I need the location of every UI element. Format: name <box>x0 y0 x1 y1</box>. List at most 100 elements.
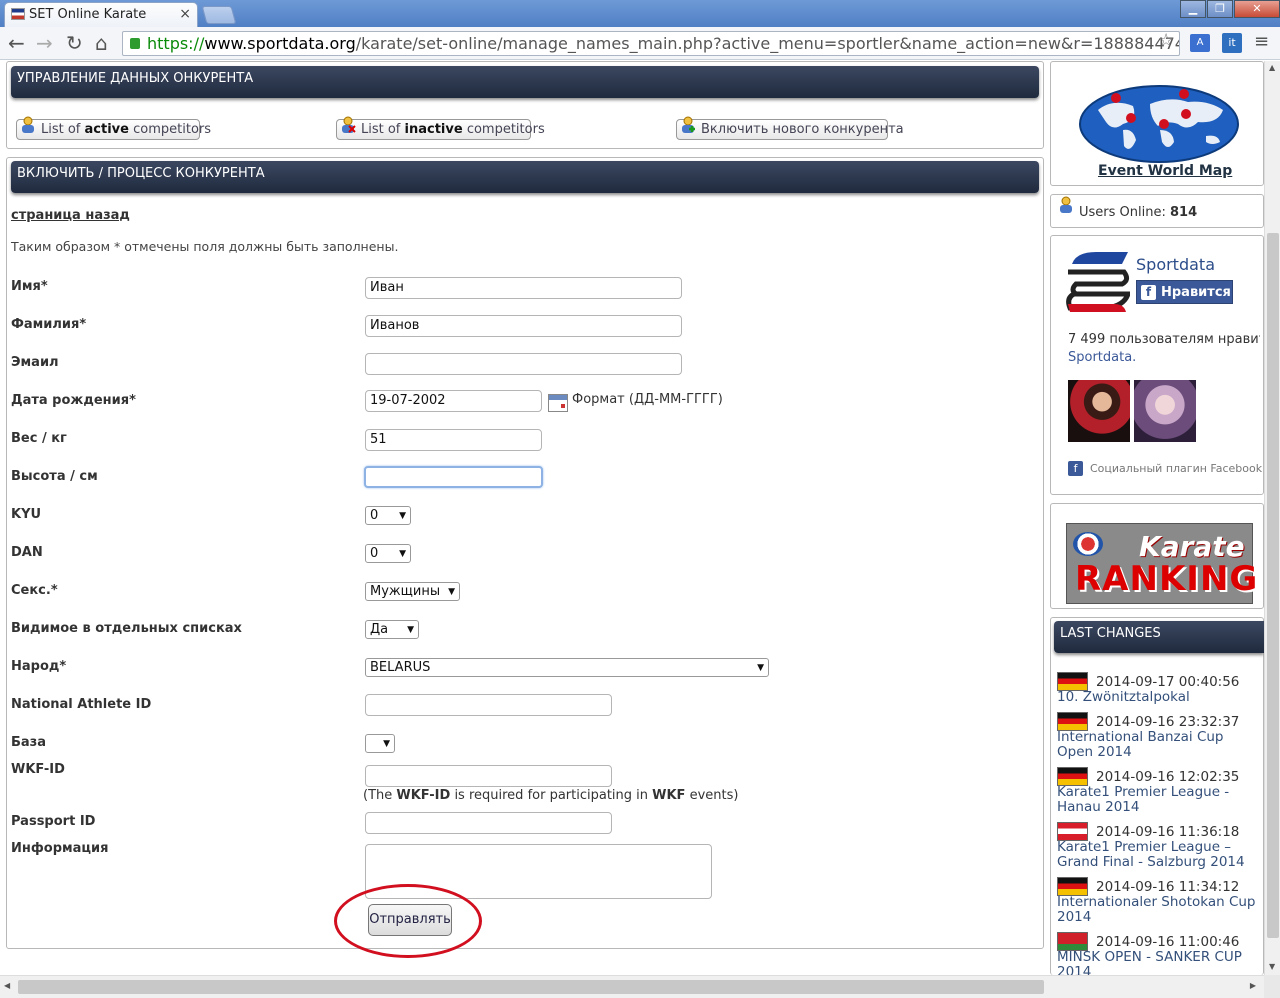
birth-date-input[interactable]: 19-07-2002 <box>365 390 542 412</box>
weight-label: Вес / кг <box>11 431 67 446</box>
users-online-label: Users Online: <box>1079 205 1170 220</box>
minimize-window-button[interactable]: ▁ <box>1180 0 1206 18</box>
kyu-select[interactable]: 0 ▼ <box>365 506 411 525</box>
inactive-competitors-button[interactable]: List of inactive competitors <box>336 116 545 140</box>
change-title: Internationaler Shotokan Cup 2014 <box>1057 894 1256 925</box>
last-name-input[interactable]: Иванов <box>365 315 682 337</box>
wkf-hint-post: events) <box>685 788 739 803</box>
scrollbar-corner <box>1264 975 1280 998</box>
close-window-button[interactable]: ✕ <box>1234 0 1280 18</box>
vertical-scroll-thumb[interactable] <box>1267 233 1279 938</box>
visible-label: Видимое в отдельных списках <box>11 621 242 636</box>
tab-close-icon[interactable]: × <box>179 6 191 22</box>
user-icon <box>1060 196 1072 213</box>
browser-menu-icon[interactable]: ≡ <box>1254 31 1269 52</box>
dropdown-arrow-icon: ▼ <box>399 511 406 521</box>
fb-page-link[interactable]: Sportdata. <box>1068 350 1136 365</box>
sex-select[interactable]: Мужщины ▼ <box>365 582 460 601</box>
url-path: /karate/set-online/manage_names_main.php… <box>355 34 1179 53</box>
flag-de-icon <box>1057 712 1088 731</box>
first-name-input[interactable]: Иван <box>365 277 682 299</box>
required-note: Таким образом * отмечены поля должны быт… <box>11 239 399 254</box>
national-id-input[interactable] <box>365 694 612 716</box>
wkf-hint-b2: WKF <box>652 788 686 803</box>
horizontal-scrollbar[interactable]: ◀ ▶ <box>0 975 1264 998</box>
forward-arrow-icon[interactable]: → <box>36 32 53 54</box>
bookmark-star-icon[interactable]: ☆ <box>1158 30 1174 51</box>
wkf-logo-icon <box>1073 532 1103 556</box>
inactive-btn-pre: List of <box>361 122 405 137</box>
browser-toolbar: ← → ↻ ⌂ https://www.sportdata.org/karate… <box>0 27 1280 60</box>
ranking-line2: RANKING <box>1075 559 1259 599</box>
world-map-title[interactable]: Event World Map <box>1098 163 1232 179</box>
visible-select[interactable]: Да ▼ <box>365 620 419 639</box>
add-competitor-button[interactable]: Включить нового конкурента <box>676 116 904 140</box>
dropdown-arrow-icon: ▼ <box>399 549 406 559</box>
fb-social-plugin[interactable]: f Социальный плагин Facebook <box>1068 461 1262 476</box>
nation-select[interactable]: BELARUS ▼ <box>365 658 769 677</box>
base-label: База <box>11 735 47 750</box>
fb-like-button[interactable]: f Нравится <box>1136 280 1233 304</box>
active-competitors-button[interactable]: List of active competitors <box>16 116 211 140</box>
scroll-up-icon[interactable]: ▲ <box>1269 63 1275 72</box>
birth-date-label: Дата рождения* <box>11 393 136 408</box>
flag-de-icon <box>1057 672 1088 691</box>
avatar[interactable] <box>1134 380 1196 442</box>
scroll-down-icon[interactable]: ▼ <box>1269 962 1275 971</box>
karate-ranking-banner[interactable]: Karate RANKING <box>1066 523 1257 604</box>
email-input[interactable] <box>365 353 682 375</box>
users-online: Users Online: 814 <box>1079 205 1197 220</box>
email-label: Эмаил <box>11 355 59 370</box>
list-item[interactable]: 2014-09-16 11:00:46 MINSK OPEN - SANKER … <box>1057 932 1260 975</box>
extension-icon[interactable]: it <box>1222 33 1242 53</box>
back-link[interactable]: страница назад <box>11 208 130 223</box>
reload-icon[interactable]: ↻ <box>66 32 83 54</box>
weight-input[interactable]: 51 <box>365 429 542 451</box>
scroll-left-icon[interactable]: ◀ <box>4 981 10 990</box>
user-add-icon <box>682 116 695 133</box>
base-select[interactable]: ▼ <box>365 734 395 753</box>
wkf-id-input[interactable] <box>365 765 612 787</box>
manage-competitor-header: УПРАВЛЕНИЕ ДАННЫХ ОНКУРЕНТА <box>11 66 1039 98</box>
height-input[interactable] <box>364 466 543 488</box>
horizontal-scroll-thumb[interactable] <box>18 980 1044 994</box>
list-item[interactable]: 2014-09-16 23:32:37 International Banzai… <box>1057 712 1260 760</box>
browser-tab[interactable]: SET Online Karate × <box>4 2 198 27</box>
url-scheme: https:// <box>147 34 205 53</box>
passport-input[interactable] <box>365 812 612 834</box>
calendar-icon[interactable] <box>548 394 568 412</box>
world-map-icon[interactable] <box>1078 80 1240 164</box>
users-online-count: 814 <box>1169 205 1198 220</box>
back-arrow-icon[interactable]: ← <box>8 32 25 54</box>
dropdown-arrow-icon: ▼ <box>383 739 390 749</box>
nation-value: BELARUS <box>370 660 431 675</box>
list-item[interactable]: 2014-09-16 12:02:35 Karate1 Premier Leag… <box>1057 767 1260 815</box>
facebook-icon: f <box>1141 285 1156 300</box>
dropdown-arrow-icon: ▼ <box>448 587 455 597</box>
change-title: International Banzai Cup Open 2014 <box>1057 729 1224 760</box>
lock-icon <box>130 38 140 49</box>
dan-select[interactable]: 0 ▼ <box>365 544 411 563</box>
list-item[interactable]: 2014-09-16 11:34:12 Internationaler Shot… <box>1057 877 1260 925</box>
facebook-icon: f <box>1068 461 1083 476</box>
address-bar[interactable]: https://www.sportdata.org/karate/set-onl… <box>122 31 1180 56</box>
sportdata-logo-icon[interactable] <box>1066 250 1130 314</box>
vertical-scrollbar[interactable]: ▲ ▼ <box>1264 61 1280 975</box>
competitor-form-header: ВКЛЮЧИТЬ / ПРОЦЕСС КОНКУРЕНТА <box>11 161 1039 193</box>
flag-de-icon <box>1057 877 1088 896</box>
list-item[interactable]: 2014-09-17 00:40:56 10. Zwönitztalpokal <box>1057 672 1260 705</box>
wkf-id-hint: (The WKF-ID is required for participatin… <box>363 788 738 803</box>
maximize-window-button[interactable]: ❐ <box>1207 0 1233 18</box>
fb-page-name[interactable]: Sportdata <box>1136 255 1215 274</box>
avatar[interactable] <box>1068 380 1130 442</box>
wkf-id-label: WKF-ID <box>11 762 65 777</box>
user-remove-icon <box>342 116 356 133</box>
active-btn-pre: List of <box>41 122 85 137</box>
list-item[interactable]: 2014-09-16 11:36:18 Karate1 Premier Leag… <box>1057 822 1260 870</box>
new-tab-button[interactable] <box>201 6 237 24</box>
add-btn-label: Включить нового конкурента <box>701 122 904 137</box>
scroll-right-icon[interactable]: ▶ <box>1250 981 1256 990</box>
first-name-label: Имя* <box>11 279 48 294</box>
translate-extension-icon[interactable]: A <box>1190 34 1210 52</box>
home-icon[interactable]: ⌂ <box>95 32 108 54</box>
